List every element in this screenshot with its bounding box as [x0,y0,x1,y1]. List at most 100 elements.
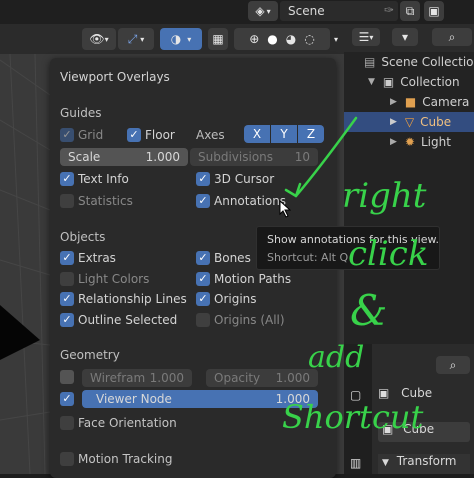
overlays-toggle-button[interactable]: ◑ ▾ [160,28,202,50]
chevron-down-icon: ▾ [369,32,374,42]
search-icon: ⌕ [448,29,456,44]
chevron-down-icon: ▼ [382,458,389,468]
relationship-lines-label: Relationship Lines [78,292,187,306]
scale-value: 1.000 [145,150,180,164]
viewer-node-checkbox[interactable]: ✓ [60,392,74,406]
outliner-item-collection[interactable]: ▼ ▣ Collection [344,72,474,92]
statistics-label: Statistics [78,194,133,208]
gizmo-toggle-button[interactable]: ⤢ ▾ [118,28,154,50]
handwriting-line-1: right [342,176,427,216]
outliner-header: ☰ ▾ ▾ ⌕ [344,24,474,52]
collection-icon: ▤ [364,55,376,69]
scene-name-field[interactable]: Scene ✑ [280,1,398,21]
expand-arrow-icon[interactable]: ▼ [368,77,375,87]
scale-field[interactable]: Scale 1.000 [60,148,188,166]
search-field[interactable]: ⌕ [432,28,472,46]
outliner-item-label: Cube [420,115,452,129]
motion-paths-checkbox[interactable]: ✓ [196,272,210,286]
wireframe-field[interactable]: Wirefram 1.000 [82,369,192,387]
origins-label: Origins [214,292,257,306]
scene-name: Scene [288,4,325,18]
viewer-node-label: Viewer Node [96,392,172,406]
outliner-icon: ☰ [358,30,370,44]
pin-icon[interactable]: ✑ [384,3,394,17]
statistics-checkbox[interactable] [60,194,74,208]
mouse-cursor-icon [279,200,291,218]
eye-icon: 👁 [89,32,105,46]
outliner-item-camera[interactable]: ▶ ■ Camera [344,92,474,112]
axis-x-toggle[interactable]: X [244,125,270,143]
material-shading-icon[interactable]: ◕ [286,32,296,46]
top-bar: ◈ ▾ Scene ✑ ⧉ ▣ [0,0,474,24]
grid-label: Grid [78,128,104,142]
motion-paths-label: Motion Paths [214,272,292,286]
opacity-field[interactable]: Opacity 1.000 [206,369,318,387]
motion-tracking-checkbox[interactable] [60,452,74,466]
scene-selector-button[interactable]: ◈ ▾ [248,1,278,21]
outliner-item-label: Camera [422,95,470,109]
gizmo-icon: ⤢ [127,31,138,46]
wireframe-checkbox[interactable] [60,370,74,384]
outliner-item-cube[interactable]: ▶ ▽ Cube [344,112,474,132]
outliner-item-scene-collection[interactable]: ▤ Scene Collection [344,52,474,72]
outliner-item-label: Light [420,135,451,149]
rendered-shading-icon[interactable]: ◌ [304,32,314,46]
chevron-down-icon: ▾ [333,34,338,44]
display-mode-button[interactable]: ☰ ▾ [352,28,380,46]
expand-arrow-icon[interactable]: ▶ [390,97,397,107]
light-colors-checkbox[interactable] [60,272,74,286]
expand-arrow-icon[interactable]: ▶ [390,137,397,147]
face-orientation-checkbox[interactable] [60,416,74,430]
properties-search-field[interactable]: ⌕ [436,356,470,374]
chevron-down-icon: ▾ [266,6,271,16]
tooltip-shortcut: Shortcut: Alt Q [267,251,349,264]
annotations-checkbox[interactable]: ✓ [196,194,210,208]
wireframe-label: Wirefram [90,371,146,385]
calendar-icon[interactable]: ▥ [350,456,361,470]
text-info-label: Text Info [78,172,129,186]
chevron-down-icon: ▾ [187,34,192,44]
shading-mode-group: ⊕ ● ◕ ◌ [234,28,330,50]
origins-checkbox[interactable]: ✓ [196,292,210,306]
outliner-item-light[interactable]: ▶ ✹ Light [344,132,474,152]
camera-icon: ■ [404,95,417,109]
annotations-label: Annotations [214,194,287,208]
grid-checkbox[interactable]: ✓ [60,128,74,142]
floor-checkbox[interactable]: ✓ [127,128,141,142]
guides-heading: Guides [60,106,102,120]
delete-scene-button[interactable]: ▣ [424,1,444,21]
3d-cursor-checkbox[interactable]: ✓ [196,172,210,186]
transform-label: Transform [396,454,457,468]
wireframe-shading-icon[interactable]: ⊕ [249,32,259,46]
visibility-toggle-button[interactable]: 👁 ▾ [82,28,116,50]
scene-icon: ◈ [255,4,265,18]
viewport-header: 👁 ▾ ⤢ ▾ ◑ ▾ ▦ ⊕ ● ◕ ◌ ▾ [0,24,344,54]
subdivisions-field[interactable]: Subdivisions 10 [190,148,318,166]
filter-button[interactable]: ▾ [392,28,418,46]
light-colors-label: Light Colors [78,272,150,286]
outliner-item-label: Collection [400,75,460,89]
axis-z-toggle[interactable]: Z [298,125,324,143]
transform-panel-header[interactable]: ▼ Transform [378,454,470,474]
outline-selected-checkbox[interactable]: ✓ [60,313,74,327]
relationship-lines-checkbox[interactable]: ✓ [60,292,74,306]
search-icon: ⌕ [449,357,457,372]
new-scene-button[interactable]: ⧉ [400,1,420,21]
extras-checkbox[interactable]: ✓ [60,251,74,265]
solid-shading-icon[interactable]: ● [267,32,277,46]
motion-tracking-label: Motion Tracking [78,452,173,466]
scale-label: Scale [68,150,101,164]
floor-label: Floor [145,128,175,142]
text-info-checkbox[interactable]: ✓ [60,172,74,186]
bones-checkbox[interactable]: ✓ [196,251,210,265]
extras-label: Extras [78,251,116,265]
dark-object-silhouette [0,305,40,360]
handwriting-line-3: & [350,286,388,335]
expand-arrow-icon[interactable]: ▶ [390,117,397,127]
origins-all-checkbox[interactable] [196,313,210,327]
shading-options-button[interactable]: ▾ [330,28,342,50]
xray-toggle-button[interactable]: ▦ [208,28,228,50]
mesh-icon: ▽ [404,115,415,129]
bones-label: Bones [214,251,251,265]
axis-y-toggle[interactable]: Y [271,125,297,143]
